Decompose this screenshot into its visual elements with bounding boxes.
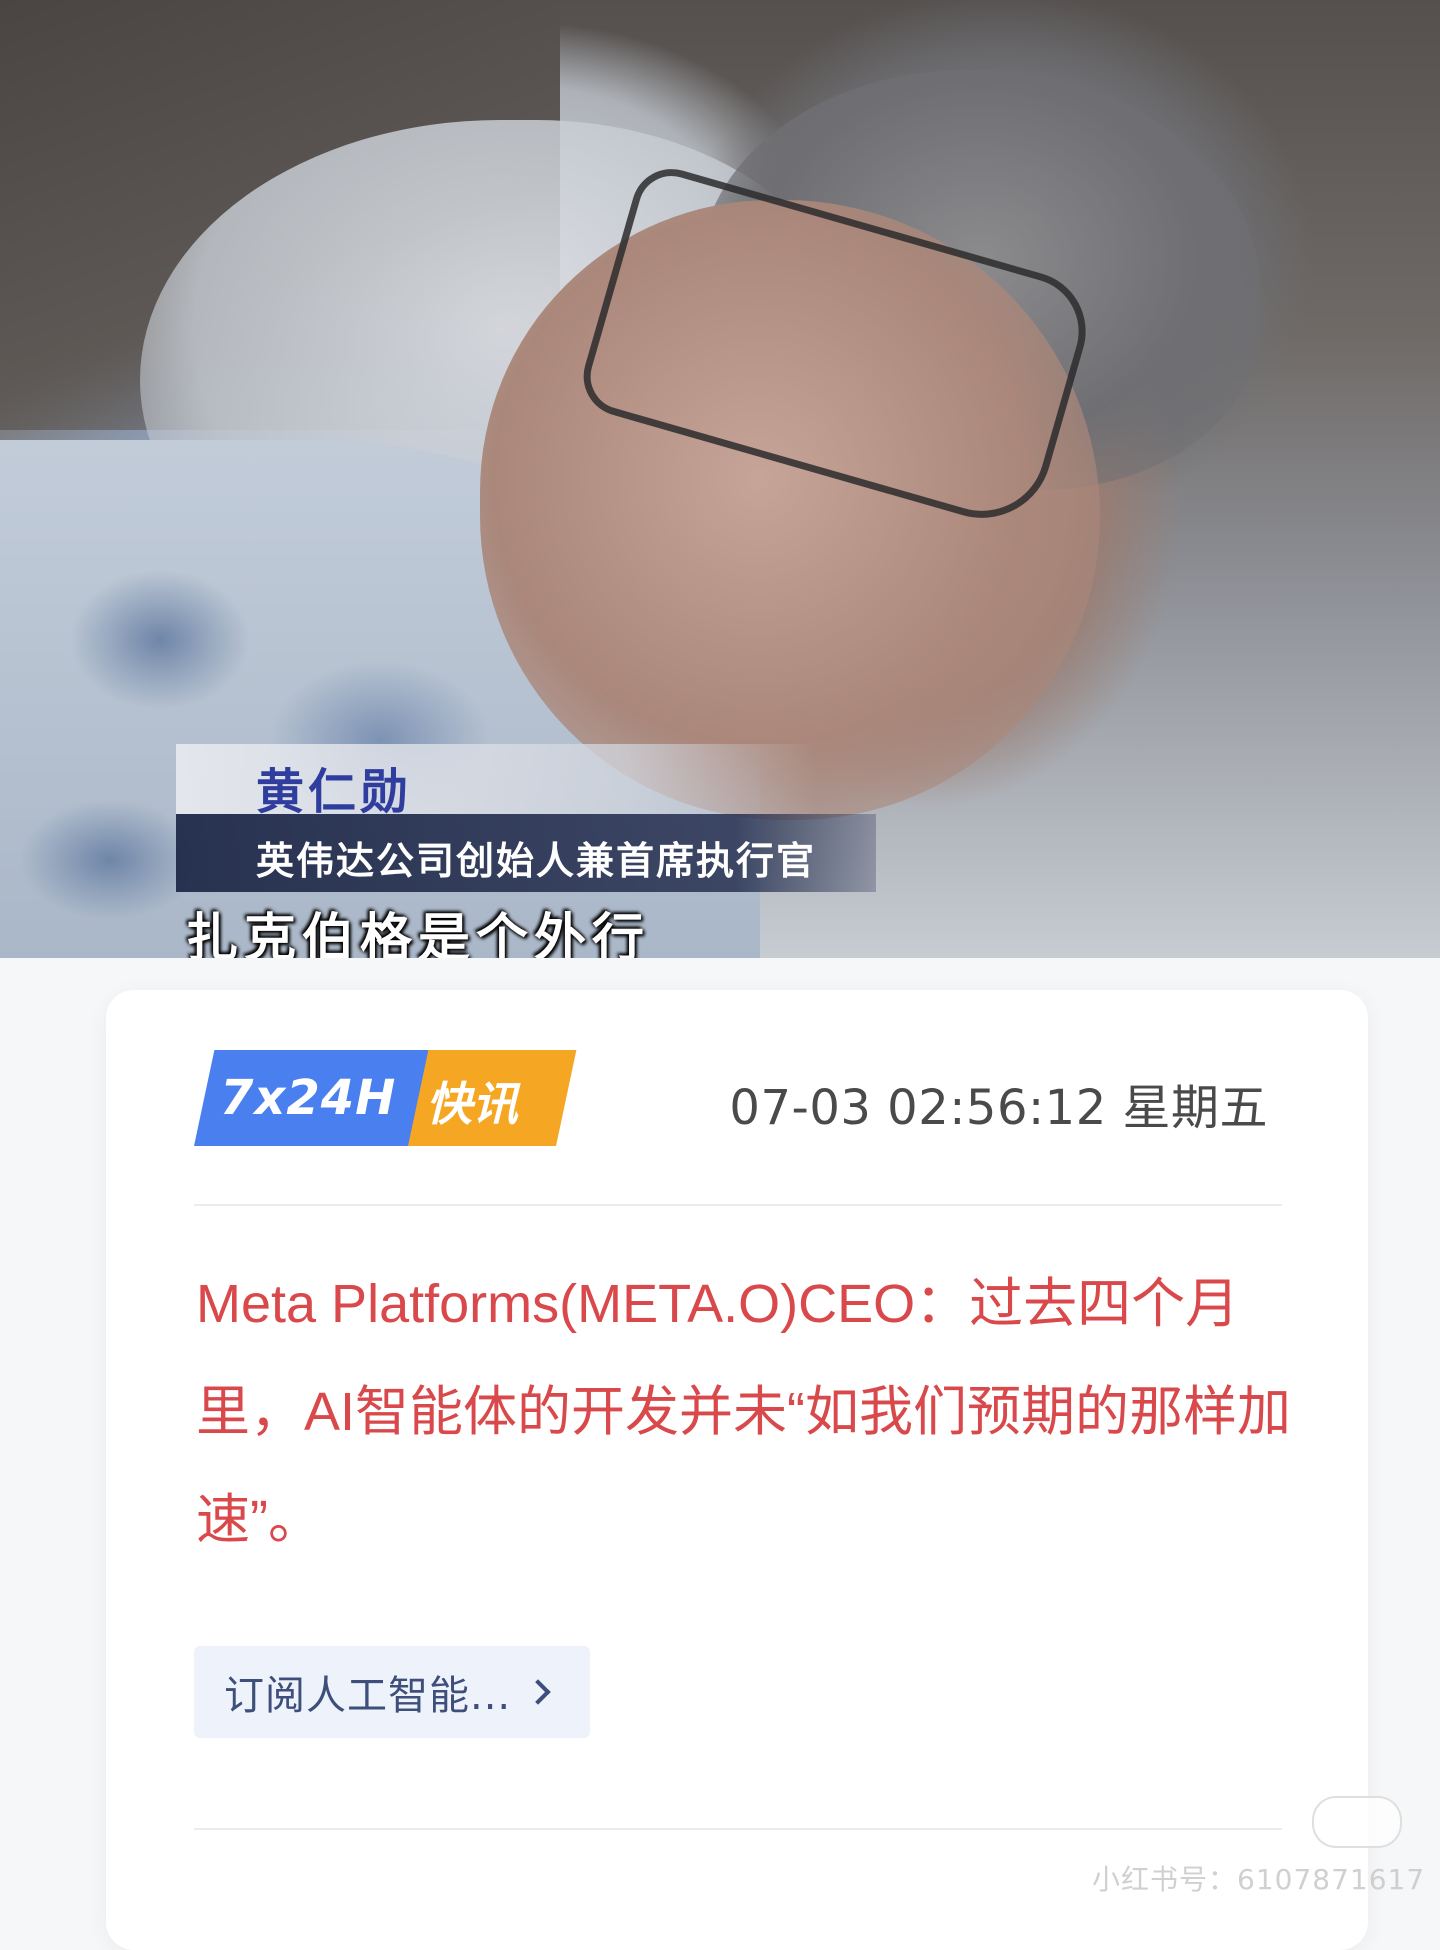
watermark-logo xyxy=(1312,1796,1402,1848)
subscribe-button[interactable]: 订阅人工智能... xyxy=(194,1646,590,1738)
video-subtitle: 扎克伯格是个外行 xyxy=(186,909,651,958)
divider xyxy=(194,1204,1282,1206)
divider xyxy=(194,1828,1282,1830)
speaker-name: 黄仁勋 xyxy=(256,764,413,820)
subscribe-label: 订阅人工智能... xyxy=(224,1673,512,1719)
badge-label-7x24h: 7x24H xyxy=(220,1070,397,1126)
news-flash-badge: 7x24H 快讯 xyxy=(194,1050,577,1146)
badge-label-flash: 快讯 xyxy=(426,1077,518,1131)
chevron-right-icon xyxy=(525,1679,551,1705)
news-datetime: 07-03 02:56:12 星期五 xyxy=(729,1080,1268,1136)
watermark-account-id: 小红书号：6107871617 xyxy=(1092,1863,1426,1896)
video-still: 黄仁勋 英伟达公司创始人兼首席执行官 扎克伯格是个外行 xyxy=(0,0,1440,958)
lower-third-caption: 黄仁勋 英伟达公司创始人兼首席执行官 xyxy=(176,744,876,894)
news-flash-card: 7x24H 快讯 07-03 02:56:12 星期五 Meta Platfor… xyxy=(106,990,1368,1950)
news-headline: Meta Platforms(META.O)CEO：过去四个月里，AI智能体的开… xyxy=(196,1274,1292,1550)
speaker-title: 英伟达公司创始人兼首席执行官 xyxy=(256,839,817,883)
